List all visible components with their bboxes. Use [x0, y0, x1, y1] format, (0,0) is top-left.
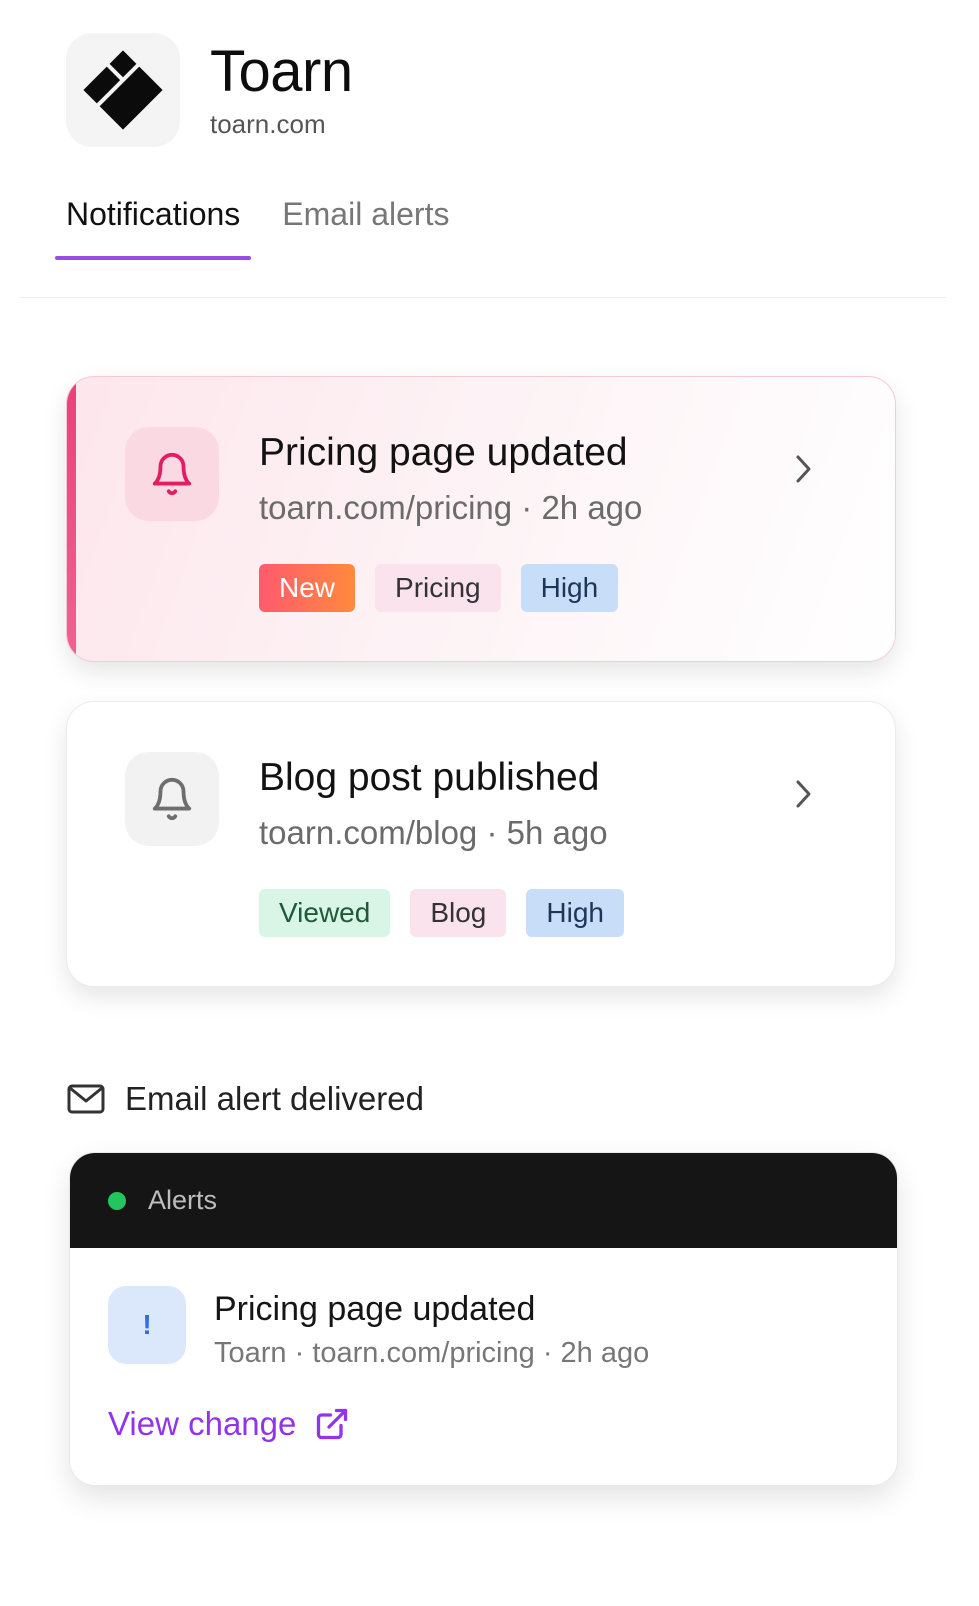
email-section-title: Email alert delivered: [125, 1080, 424, 1117]
email-preview-card: Alerts ! Pricing page updated Toarn · to…: [69, 1152, 898, 1486]
category-tag: Blog: [410, 889, 507, 937]
notification-title: Pricing page updated: [259, 431, 628, 474]
notification-path: toarn.com/blog: [259, 814, 478, 851]
meta-separator: ·: [294, 1337, 313, 1369]
tag-list: New Pricing High: [259, 564, 619, 612]
priority-tag: High: [520, 564, 619, 612]
tab-email-alerts[interactable]: Email alerts: [271, 190, 460, 260]
status-dot-icon: [108, 1191, 126, 1210]
notification-card[interactable]: Pricing page updated toarn.com/pricing ·…: [66, 376, 896, 662]
email-item-meta: Toarn · toarn.com/pricing · 2h ago: [214, 1337, 649, 1370]
status-badge: Viewed: [259, 889, 391, 937]
toarn-logo-icon: [83, 50, 163, 130]
email-path: toarn.com/pricing: [312, 1337, 535, 1369]
bell-icon: [152, 778, 192, 821]
priority-tag: High: [526, 889, 624, 937]
notification-card[interactable]: Blog post published toarn.com/blog · 5h …: [66, 701, 896, 987]
notification-icon-box: [125, 427, 219, 521]
alert-badge-icon: !: [108, 1286, 186, 1364]
chevron-right-icon: [789, 451, 817, 492]
mail-icon: [67, 1084, 105, 1114]
email-section-header: Email alert delivered: [67, 1080, 424, 1118]
brand-domain: toarn.com: [210, 109, 326, 139]
notification-meta: toarn.com/pricing · 2h ago: [259, 489, 642, 527]
meta-separator: ·: [542, 1337, 561, 1369]
tag-list: Viewed Blog High: [259, 889, 624, 937]
meta-separator: ·: [521, 489, 542, 526]
unread-indicator: [67, 377, 76, 661]
chevron-right-icon: [789, 776, 817, 817]
email-item-title: Pricing page updated: [214, 1290, 536, 1328]
view-change-link[interactable]: View change: [108, 1405, 350, 1443]
channel-label: Alerts: [148, 1185, 218, 1215]
tabs-divider: [20, 297, 947, 298]
notification-title: Blog post published: [259, 756, 600, 799]
meta-separator: ·: [486, 814, 507, 851]
tab-notifications[interactable]: Notifications: [55, 190, 252, 260]
brand-header: Toarn toarn.com: [66, 33, 353, 147]
notification-time: 2h ago: [541, 489, 643, 526]
tab-bar: Notifications Email alerts: [55, 190, 460, 260]
notification-icon-box: [125, 752, 219, 846]
notification-path: toarn.com/pricing: [259, 489, 513, 526]
category-tag: Pricing: [375, 564, 501, 612]
notification-meta: toarn.com/blog · 5h ago: [259, 814, 608, 852]
view-change-label: View change: [108, 1405, 297, 1442]
brand-name: Toarn: [210, 39, 353, 104]
notification-time: 5h ago: [506, 814, 608, 851]
bell-icon: [152, 453, 192, 496]
notifications-page: Toarn toarn.com Notifications Email aler…: [0, 0, 979, 1606]
brand-logo: [66, 33, 180, 147]
email-sender: Toarn: [214, 1337, 287, 1369]
status-badge: New: [259, 564, 356, 612]
email-channel-bar: Alerts: [70, 1153, 897, 1248]
external-link-icon: [314, 1406, 350, 1442]
brand-text: Toarn toarn.com: [210, 39, 353, 141]
email-time: 2h ago: [560, 1337, 650, 1369]
